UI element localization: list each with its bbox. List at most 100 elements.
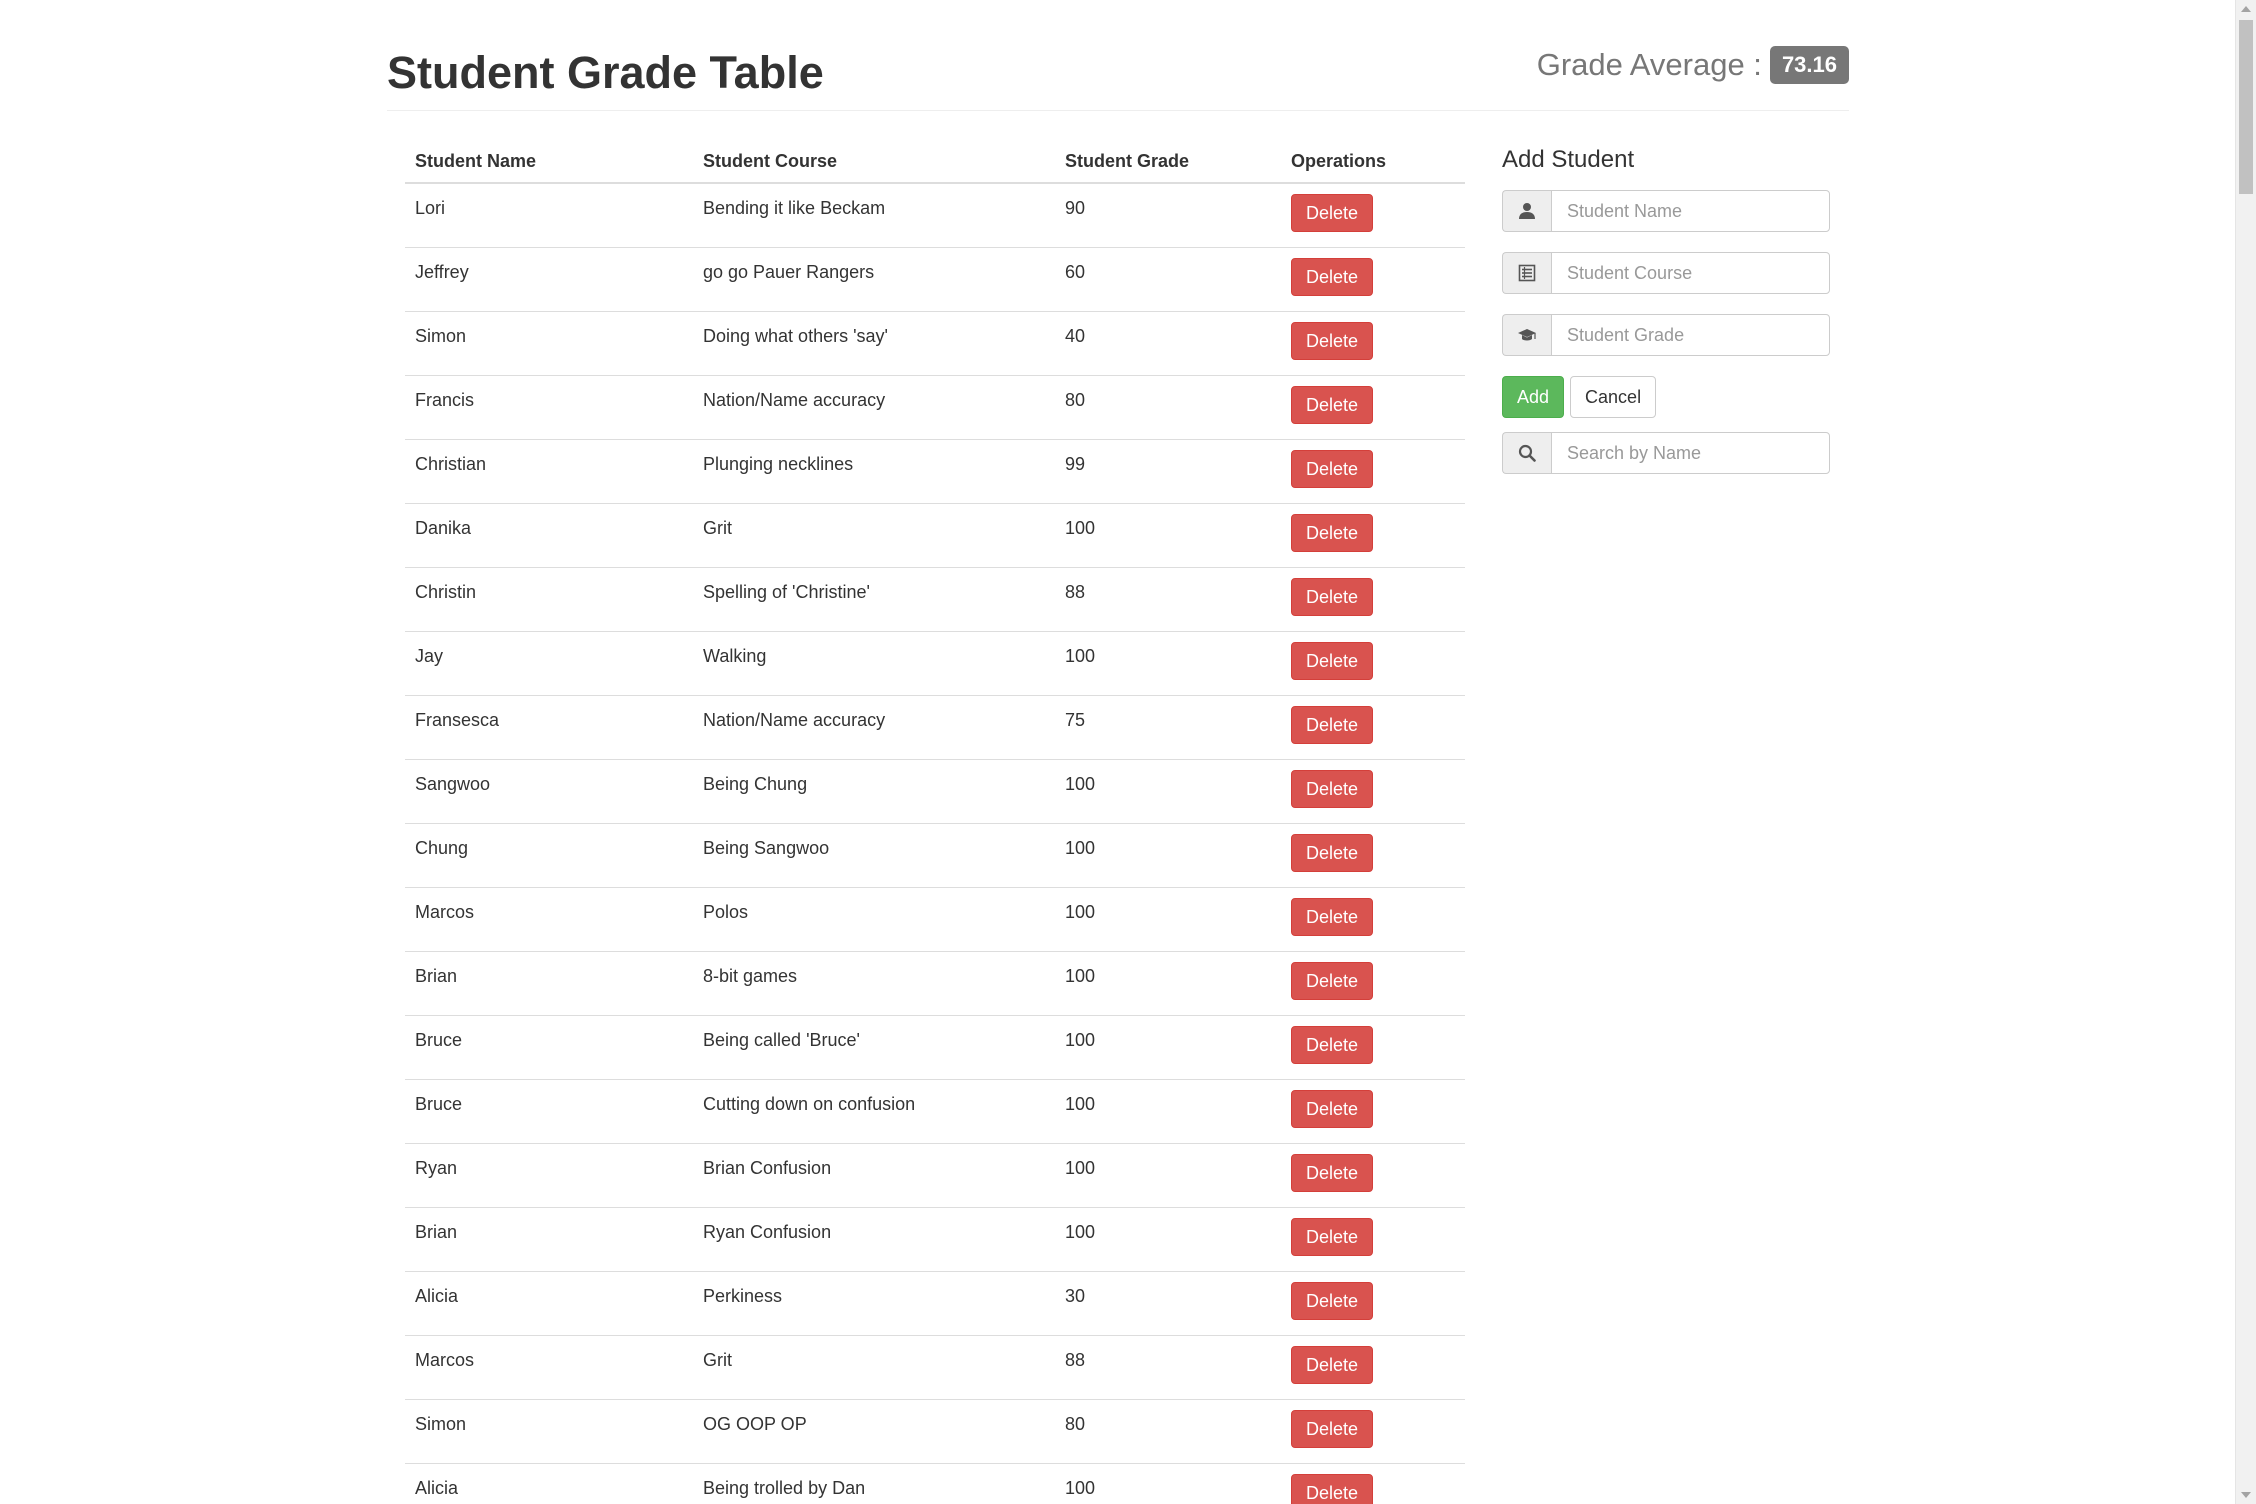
cell-operations: Delete — [1281, 1399, 1465, 1464]
grade-average-label: Grade Average : — [1536, 47, 1762, 82]
delete-button[interactable]: Delete — [1291, 386, 1374, 424]
cell-student-name: Marcos — [405, 1335, 693, 1400]
cell-student-course-text: Nation/Name accuracy — [703, 710, 886, 730]
cell-operations: Delete — [1281, 375, 1465, 440]
delete-button[interactable]: Delete — [1291, 1474, 1374, 1504]
cell-student-course: 8-bit games — [693, 951, 1055, 1016]
cell-student-grade: 100 — [1055, 759, 1281, 824]
delete-button[interactable]: Delete — [1291, 1154, 1374, 1192]
table-row: Brian Ryan Confusion 100 Delete — [405, 1207, 1465, 1272]
search-input[interactable] — [1551, 432, 1830, 474]
cell-student-grade: 40 — [1055, 311, 1281, 376]
grade-average-badge: 73.16 — [1769, 46, 1849, 84]
cell-student-grade: 100 — [1055, 503, 1281, 568]
table-row: Sangwoo Being Chung 100 Delete — [405, 759, 1465, 824]
cell-student-name-text: Bruce — [415, 1030, 463, 1050]
cell-student-course: Bending it like Beckam — [693, 182, 1055, 248]
cell-student-grade-text: 88 — [1065, 1350, 1086, 1370]
student-grade-input[interactable] — [1551, 314, 1830, 356]
cell-student-grade: 75 — [1055, 695, 1281, 760]
delete-button[interactable]: Delete — [1291, 1026, 1374, 1064]
table-row: Chung Being Sangwoo 100 Delete — [405, 823, 1465, 888]
delete-button[interactable]: Delete — [1291, 834, 1374, 872]
cell-student-grade-text: 100 — [1065, 966, 1096, 986]
form-buttons: Add Cancel — [1502, 376, 1830, 418]
cell-operations: Delete — [1281, 567, 1465, 632]
student-name-input[interactable] — [1551, 190, 1830, 232]
cell-student-name: Bruce — [405, 1015, 693, 1080]
table-row: Bruce Being called 'Bruce' 100 Delete — [405, 1015, 1465, 1080]
delete-button[interactable]: Delete — [1291, 322, 1374, 360]
cell-student-name: Sangwoo — [405, 759, 693, 824]
cell-student-name-text: Lori — [415, 198, 446, 218]
delete-button[interactable]: Delete — [1291, 962, 1374, 1000]
table-row: Christin Spelling of 'Christine' 88 Delete — [405, 567, 1465, 632]
cell-student-name: Chung — [405, 823, 693, 888]
cell-student-name: Brian — [405, 1207, 693, 1272]
cell-student-name: Christin — [405, 567, 693, 632]
delete-button[interactable]: Delete — [1291, 1218, 1374, 1256]
student-course-input[interactable] — [1551, 252, 1830, 294]
delete-button[interactable]: Delete — [1291, 642, 1374, 680]
cell-student-name-text: Simon — [415, 326, 467, 346]
cell-student-name: Danika — [405, 503, 693, 568]
cell-student-course: Grit — [693, 503, 1055, 568]
scroll-thumb[interactable] — [2239, 20, 2253, 194]
cell-student-grade-text: 60 — [1065, 262, 1086, 282]
cell-student-course-text: Being called 'Bruce' — [703, 1030, 860, 1050]
delete-button[interactable]: Delete — [1291, 1346, 1374, 1384]
table-row: Lori Bending it like Beckam 90 Delete — [405, 182, 1465, 248]
cell-student-course-text: Being Chung — [703, 774, 808, 794]
grade-average: Grade Average : 73.16 — [1537, 46, 1849, 84]
add-button[interactable]: Add — [1502, 376, 1565, 418]
cell-student-course: Perkiness — [693, 1271, 1055, 1336]
cell-operations: Delete — [1281, 631, 1465, 696]
cell-student-name: Jeffrey — [405, 247, 693, 312]
cell-student-name: Fransesca — [405, 695, 693, 760]
cell-student-grade-text: 99 — [1065, 454, 1086, 474]
cell-student-name-text: Brian — [415, 966, 458, 986]
cell-student-grade: 100 — [1055, 1463, 1281, 1504]
delete-button[interactable]: Delete — [1291, 194, 1374, 232]
student-course-group — [1502, 252, 1830, 294]
cell-student-name-text: Christian — [415, 454, 487, 474]
cell-student-course-text: OG OOP OP — [703, 1414, 807, 1434]
cell-operations: Delete — [1281, 1207, 1465, 1272]
delete-button[interactable]: Delete — [1291, 450, 1374, 488]
delete-button[interactable]: Delete — [1291, 770, 1374, 808]
cell-student-grade: 80 — [1055, 1399, 1281, 1464]
scroll-down-arrow-icon[interactable] — [2241, 1492, 2251, 1498]
vertical-scrollbar[interactable] — [2235, 0, 2256, 1504]
table-row: Alicia Perkiness 30 Delete — [405, 1271, 1465, 1336]
cell-student-course-text: Spelling of 'Christine' — [703, 582, 870, 602]
scroll-up-arrow-icon[interactable] — [2241, 6, 2251, 12]
cell-student-grade: 100 — [1055, 631, 1281, 696]
delete-button[interactable]: Delete — [1291, 1282, 1374, 1320]
add-student-title: Add Student — [1502, 146, 1635, 173]
cell-operations: Delete — [1281, 1143, 1465, 1208]
cell-student-name-text: Alicia — [415, 1478, 459, 1498]
delete-button[interactable]: Delete — [1291, 898, 1374, 936]
cell-student-course: Walking — [693, 631, 1055, 696]
cancel-button[interactable]: Cancel — [1570, 376, 1657, 418]
cell-student-grade-text: 100 — [1065, 1094, 1096, 1114]
cell-student-grade-text: 100 — [1065, 902, 1096, 922]
column-header-name: Student Name — [405, 140, 693, 184]
cell-student-course: Spelling of 'Christine' — [693, 567, 1055, 632]
page-header: Student Grade Table Grade Average : 73.1… — [387, 40, 1849, 111]
student-table-container: Student Name Student Course Student Grad… — [405, 140, 1465, 1504]
delete-button[interactable]: Delete — [1291, 258, 1374, 296]
delete-button[interactable]: Delete — [1291, 1090, 1374, 1128]
delete-button[interactable]: Delete — [1291, 514, 1374, 552]
delete-button[interactable]: Delete — [1291, 706, 1374, 744]
student-table: Student Name Student Course Student Grad… — [405, 140, 1465, 1504]
cell-student-course-text: Perkiness — [703, 1286, 783, 1306]
table-row: Jeffrey go go Pauer Rangers 60 Delete — [405, 247, 1465, 312]
delete-button[interactable]: Delete — [1291, 1410, 1374, 1448]
cell-student-course-text: Being trolled by Dan — [703, 1478, 866, 1498]
cell-operations: Delete — [1281, 1079, 1465, 1144]
table-row: Bruce Cutting down on confusion 100 Delete — [405, 1079, 1465, 1144]
delete-button[interactable]: Delete — [1291, 578, 1374, 616]
cell-student-course: Polos — [693, 887, 1055, 952]
cell-student-name: Jay — [405, 631, 693, 696]
